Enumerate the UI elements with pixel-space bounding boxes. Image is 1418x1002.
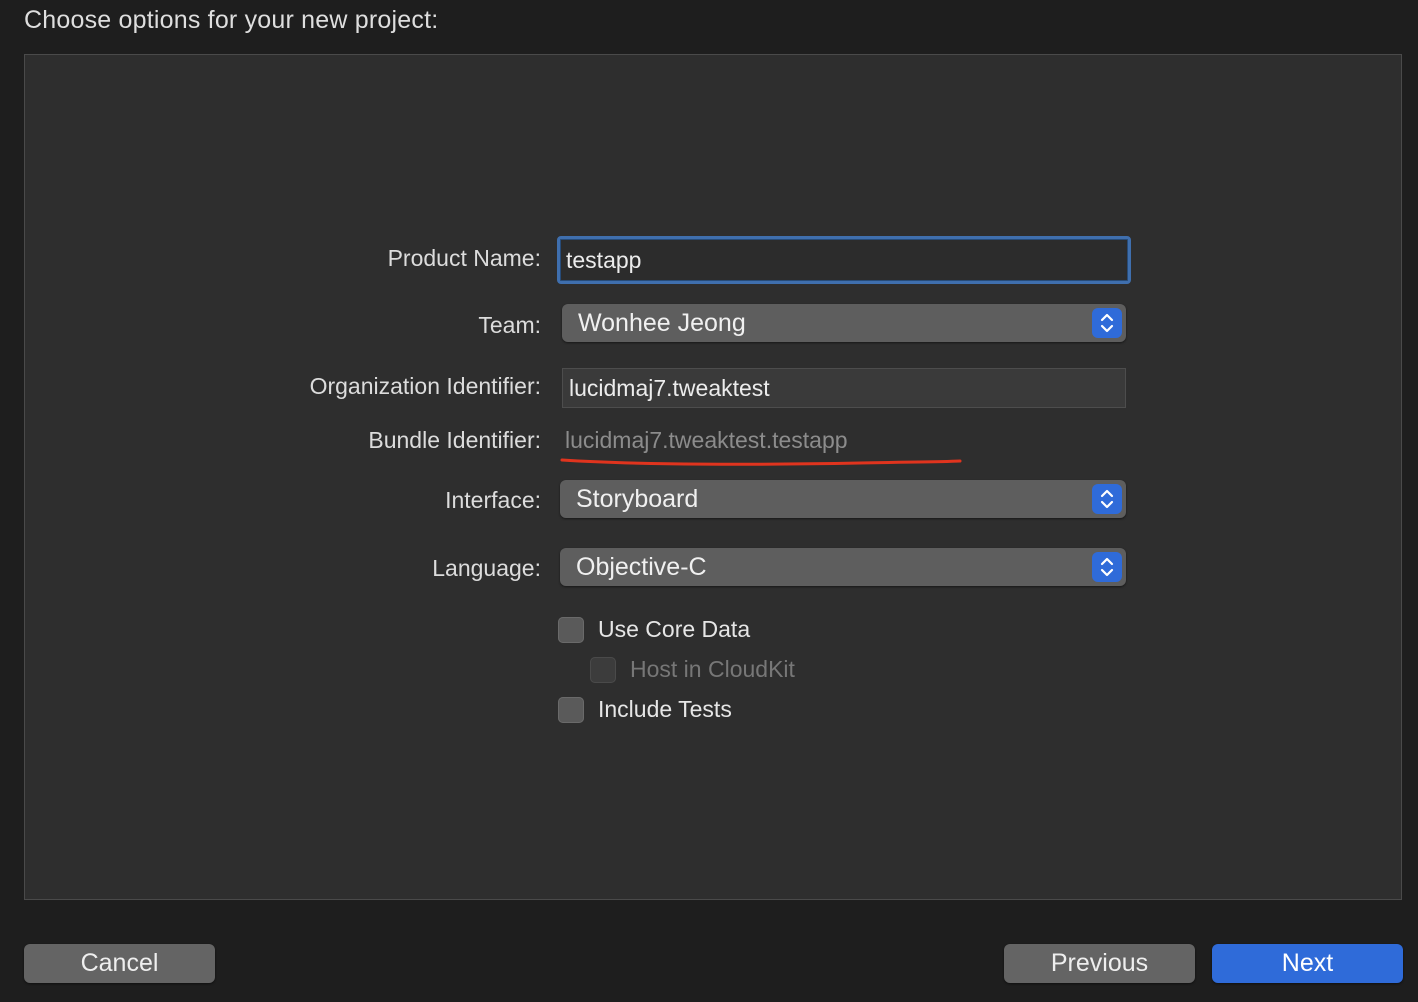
include-tests-label: Include Tests — [598, 696, 732, 722]
options-panel — [24, 54, 1402, 900]
next-button[interactable]: Next — [1212, 944, 1403, 983]
organization-identifier-value: lucidmaj7.tweaktest — [569, 374, 770, 401]
previous-button[interactable]: Previous — [1004, 944, 1195, 983]
checkbox-box[interactable] — [558, 696, 584, 723]
product-name-value: testapp — [566, 246, 642, 273]
bundle-identifier-value: lucidmaj7.tweaktest.testapp — [565, 427, 848, 453]
use-core-data-checkbox[interactable]: Use Core Data — [558, 616, 750, 643]
organization-identifier-field[interactable]: lucidmaj7.tweaktest — [562, 368, 1126, 408]
chevron-up-down-icon — [1092, 484, 1122, 514]
red-underline-annotation — [560, 458, 962, 466]
team-label: Team: — [478, 312, 541, 338]
language-value: Objective-C — [576, 552, 707, 581]
interface-value: Storyboard — [576, 484, 699, 513]
host-in-cloudkit-checkbox[interactable]: Host in CloudKit — [590, 656, 795, 683]
use-core-data-label: Use Core Data — [598, 616, 751, 642]
page-title: Choose options for your new project: — [24, 6, 439, 34]
product-name-label: Product Name: — [387, 245, 541, 271]
language-label: Language: — [432, 555, 541, 581]
cancel-button[interactable]: Cancel — [24, 944, 215, 983]
checkbox-box[interactable] — [558, 616, 584, 643]
team-value: Wonhee Jeong — [578, 308, 746, 337]
new-project-options-sheet: Choose options for your new project: Pro… — [0, 0, 1418, 1002]
language-popup[interactable]: Objective-C — [560, 548, 1126, 586]
interface-label: Interface: — [445, 487, 541, 513]
product-name-field[interactable]: testapp — [557, 236, 1131, 284]
team-popup[interactable]: Wonhee Jeong — [562, 304, 1126, 342]
organization-identifier-label: Organization Identifier: — [309, 373, 541, 399]
checkbox-box[interactable] — [590, 656, 616, 683]
interface-popup[interactable]: Storyboard — [560, 480, 1126, 518]
chevron-up-down-icon — [1092, 552, 1122, 582]
host-in-cloudkit-label: Host in CloudKit — [630, 656, 795, 682]
chevron-up-down-icon — [1092, 308, 1122, 338]
include-tests-checkbox[interactable]: Include Tests — [558, 696, 732, 723]
bundle-identifier-label: Bundle Identifier: — [368, 427, 541, 453]
